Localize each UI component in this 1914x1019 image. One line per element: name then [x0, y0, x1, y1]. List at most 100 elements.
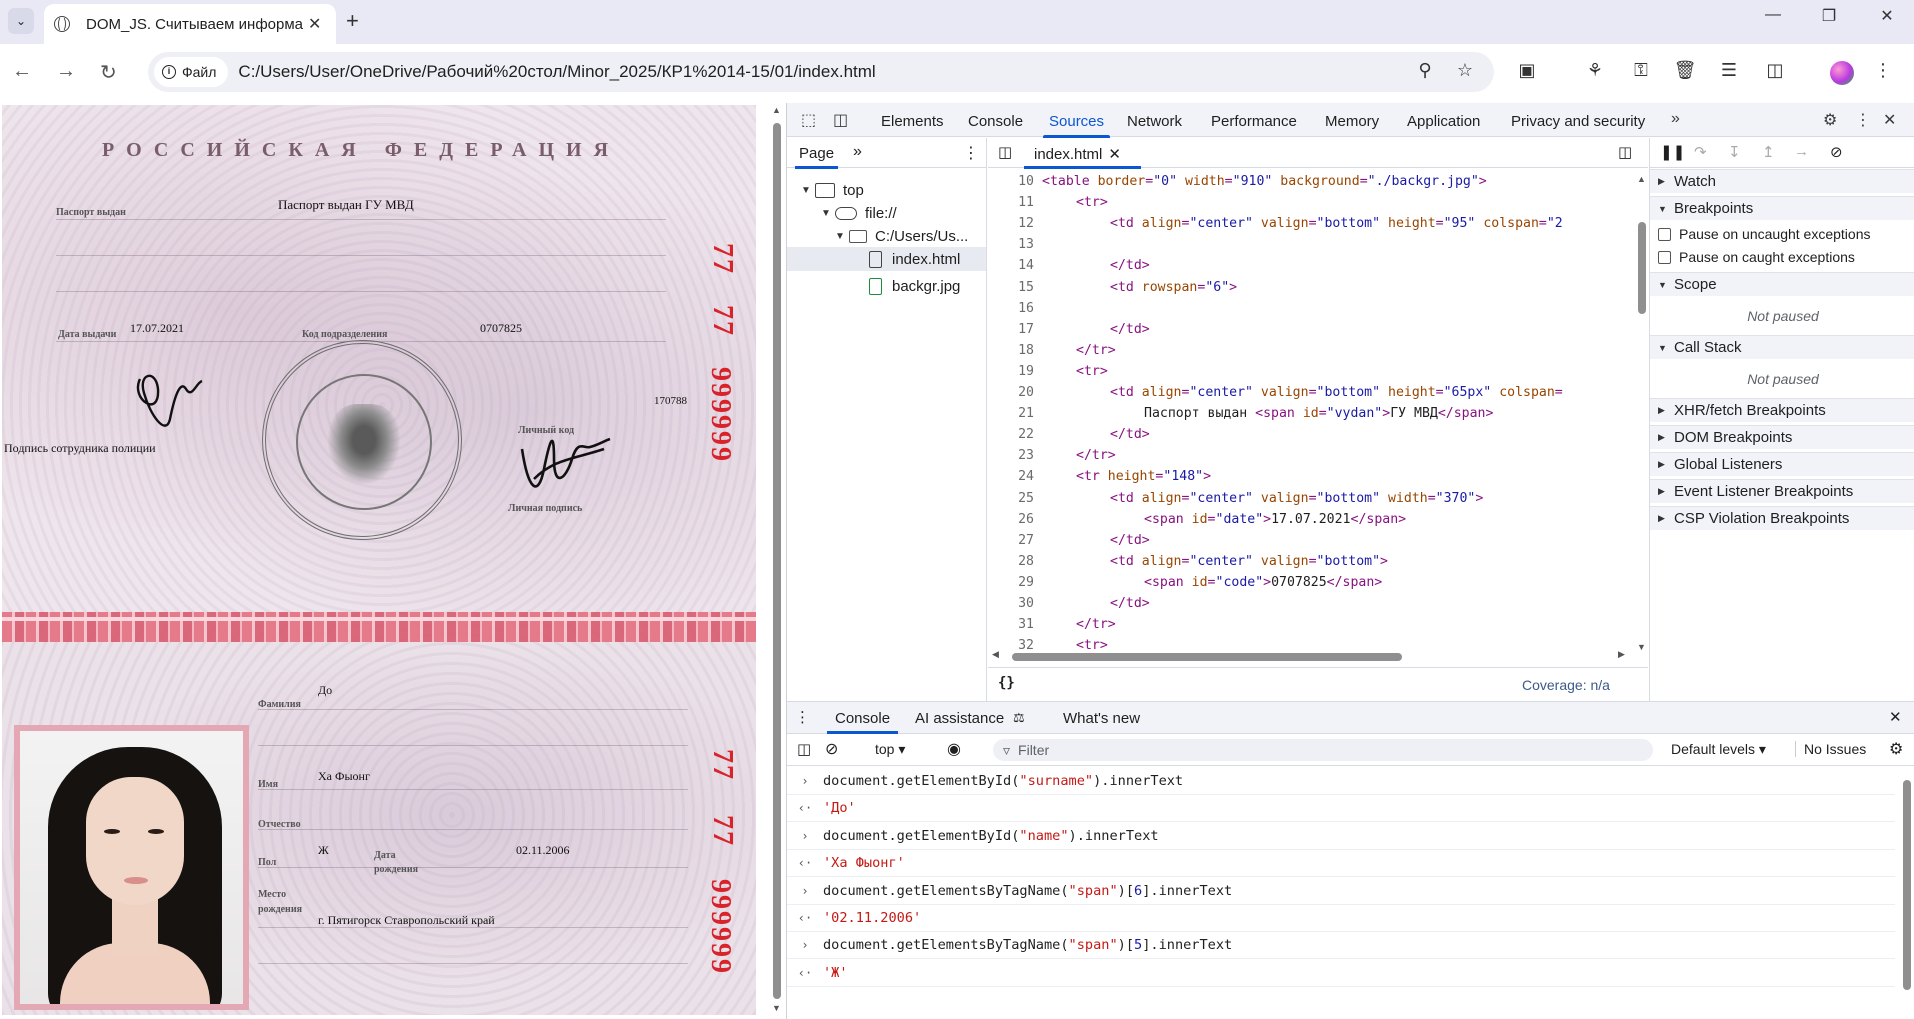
page-scrollbar[interactable]: ▲ ▼ [770, 103, 784, 1019]
code-line[interactable]: 14 </td> [988, 255, 1638, 276]
tab-close-icon[interactable]: ✕ [308, 14, 321, 34]
settings-gear-icon[interactable]: ⚙ [1823, 110, 1837, 130]
close-window-button[interactable]: ✕ [1872, 6, 1902, 26]
pause-caught-row[interactable]: Pause on caught exceptions [1650, 245, 1914, 269]
tree-node-top[interactable]: ▼ top [787, 178, 986, 202]
code-line[interactable]: 27 </td> [988, 530, 1638, 551]
zoom-icon[interactable]: ⚲ [1412, 60, 1438, 81]
code-line[interactable]: 10 <table border="0" width="910" backgrou… [988, 171, 1638, 192]
tab-console[interactable]: Console [968, 113, 1023, 130]
code-line[interactable]: 19 <tr> [988, 361, 1638, 382]
drawer-menu-icon[interactable]: ⋮ [795, 708, 810, 726]
console-result-line[interactable]: ‹· 'Ж' [787, 960, 1895, 987]
console-filter-input[interactable]: ▿ Filter [993, 739, 1653, 761]
console-input-line[interactable]: › document.getElementsByTagName("span")[6… [787, 878, 1895, 905]
section-dom-breakpoints[interactable]: ▶ DOM Breakpoints [1650, 425, 1914, 449]
devtools-menu-icon[interactable]: ⋮ [1855, 110, 1871, 130]
scroll-down-icon[interactable]: ▼ [1637, 642, 1646, 652]
editor-file-tab[interactable]: index.html ✕ [1024, 145, 1141, 169]
more-tabs-icon[interactable]: » [1671, 110, 1680, 128]
code-line[interactable]: 26 <span id="date">17.07.2021</span> [988, 509, 1638, 530]
password-key-icon[interactable]: ⚿ [1628, 60, 1654, 81]
line-number[interactable]: 10 [988, 171, 1034, 192]
code-line[interactable]: 30 </td> [988, 593, 1638, 614]
address-bar[interactable]: i Файл C:/Users/User/OneDrive/Рабочий%20… [148, 52, 1494, 92]
step-into-icon[interactable]: ↧ [1728, 143, 1741, 161]
pause-resume-icon[interactable]: ❚❚ [1660, 143, 1685, 161]
tree-node-backgr-jpg[interactable]: backgr.jpg [787, 274, 986, 298]
tab-page[interactable]: Page [794, 145, 839, 169]
checkbox[interactable] [1658, 250, 1671, 264]
line-number[interactable]: 18 [988, 340, 1034, 361]
tree-node-file[interactable]: ▼ file:// [787, 201, 986, 225]
code-line[interactable]: 28 <td align="center" valign="bottom"> [988, 551, 1638, 572]
tree-node-folder[interactable]: ▼ C:/Users/Us... [787, 224, 986, 248]
code-line[interactable]: 25 <td align="center" valign="bottom" wid… [988, 488, 1638, 509]
line-number[interactable]: 20 [988, 382, 1034, 403]
forward-button[interactable]: → [56, 60, 76, 83]
line-number[interactable]: 12 [988, 213, 1034, 234]
url-text[interactable]: C:/Users/User/OneDrive/Рабочий%20стол/Mi… [238, 62, 875, 82]
section-scope[interactable]: ▼ Scope [1650, 272, 1914, 296]
line-number[interactable]: 25 [988, 488, 1034, 509]
code-line[interactable]: 21 Паспорт выдан <span id="vydan">ГУ МВД<… [988, 403, 1638, 424]
code-line[interactable]: 20 <td align="center" valign="bottom" hei… [988, 382, 1638, 403]
console-result-line[interactable]: ‹· '02.11.2006' [787, 905, 1895, 932]
menu-kebab-icon[interactable]: ⋮ [1870, 60, 1896, 81]
line-number[interactable]: 27 [988, 530, 1034, 551]
tree-node-index-html[interactable]: index.html [787, 247, 986, 271]
step-out-icon[interactable]: ↥ [1762, 143, 1775, 161]
line-number[interactable]: 22 [988, 424, 1034, 445]
tab-memory[interactable]: Memory [1325, 113, 1379, 130]
console-result-line[interactable]: ‹· 'Ха Фыонг' [787, 850, 1895, 878]
tab-performance[interactable]: Performance [1211, 113, 1297, 130]
console-result-line[interactable]: ‹· 'До' [787, 795, 1895, 823]
line-number[interactable]: 19 [988, 361, 1034, 382]
pretty-print-icon[interactable]: {} [998, 675, 1015, 691]
close-file-tab-icon[interactable]: ✕ [1108, 146, 1121, 163]
live-expression-eye-icon[interactable]: ◉ [947, 739, 961, 759]
extension-icon[interactable]: ⚘ [1582, 60, 1608, 81]
trash-icon[interactable]: 🗑 [1672, 60, 1698, 81]
section-breakpoints[interactable]: ▼ Breakpoints [1650, 196, 1914, 220]
code-line[interactable]: 31 </tr> [988, 614, 1638, 635]
page-scroll-thumb[interactable] [773, 123, 781, 999]
line-number[interactable]: 30 [988, 593, 1034, 614]
console-scrollbar[interactable] [1903, 774, 1911, 1004]
drawer-tab-whats-new[interactable]: What's new [1063, 710, 1140, 727]
reading-mode-icon[interactable]: ◫ [1762, 60, 1788, 81]
code-line[interactable]: 17 </td> [988, 319, 1638, 340]
inspect-element-icon[interactable]: ⬚ [801, 110, 816, 130]
section-call-stack[interactable]: ▼ Call Stack [1650, 335, 1914, 359]
section-event-listener-breakpoints[interactable]: ▶ Event Listener Breakpoints [1650, 479, 1914, 503]
code-line[interactable]: 16 [988, 298, 1638, 319]
close-drawer-icon[interactable]: ✕ [1889, 708, 1902, 726]
line-number[interactable]: 29 [988, 572, 1034, 593]
code-line[interactable]: 12 <td align="center" valign="bottom" hei… [988, 213, 1638, 234]
site-info-chip[interactable]: i Файл [154, 57, 229, 87]
code-line[interactable]: 11 <tr> [988, 192, 1638, 213]
navigator-menu-icon[interactable]: ⋮ [963, 143, 979, 163]
line-number[interactable]: 23 [988, 445, 1034, 466]
scroll-up-icon[interactable]: ▲ [1637, 174, 1646, 184]
more-navigator-tabs-icon[interactable]: » [853, 143, 862, 161]
log-levels-dropdown[interactable]: Default levels ▾ [1671, 741, 1766, 758]
section-csp-violation-breakpoints[interactable]: ▶ CSP Violation Breakpoints [1650, 506, 1914, 530]
line-number[interactable]: 17 [988, 319, 1034, 340]
code-line[interactable]: 29 <span id="code">0707825</span> [988, 572, 1638, 593]
reload-button[interactable]: ↻ [100, 60, 117, 85]
console-input-line[interactable]: › document.getElementById("name").innerTe… [787, 823, 1895, 850]
step-over-icon[interactable]: ↷ [1694, 143, 1707, 161]
console-scroll-thumb[interactable] [1903, 780, 1911, 990]
scroll-left-icon[interactable]: ◀ [992, 649, 999, 660]
extensions-icon[interactable]: ▣ [1514, 60, 1540, 81]
line-number[interactable]: 24 [988, 466, 1034, 487]
back-button[interactable]: ← [12, 60, 32, 83]
line-number[interactable]: 11 [988, 192, 1034, 213]
tab-privacy-security[interactable]: Privacy and security [1511, 113, 1645, 130]
minimize-button[interactable]: — [1758, 6, 1788, 24]
section-xhr-breakpoints[interactable]: ▶ XHR/fetch Breakpoints [1650, 398, 1914, 422]
line-number[interactable]: 13 [988, 234, 1034, 255]
line-number[interactable]: 14 [988, 255, 1034, 276]
section-watch[interactable]: ▶ Watch [1650, 169, 1914, 193]
